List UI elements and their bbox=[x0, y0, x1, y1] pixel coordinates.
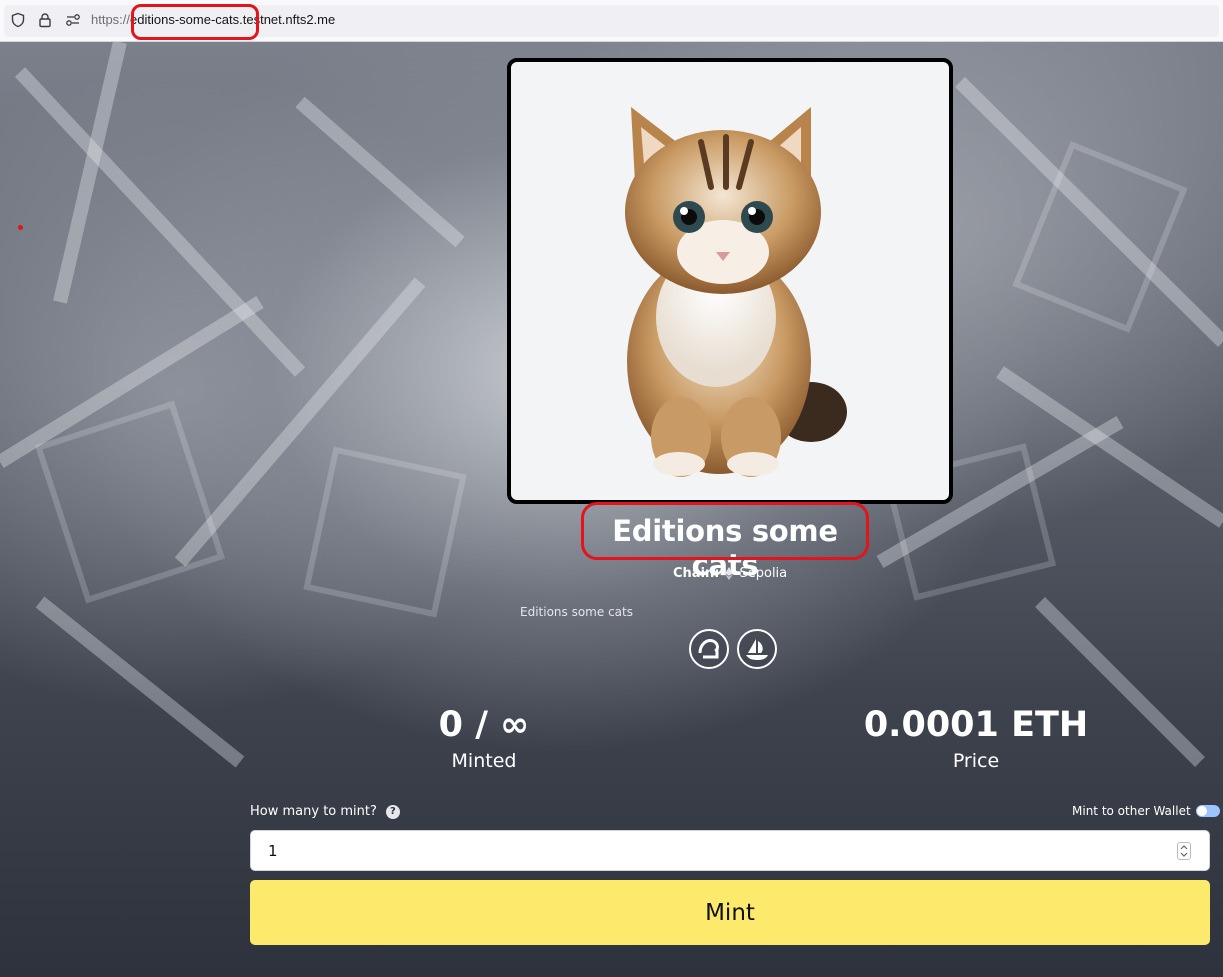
minted-count: 0 / ∞ bbox=[438, 705, 530, 745]
lock-icon[interactable] bbox=[37, 12, 53, 28]
stepper-arrows-icon bbox=[1180, 845, 1188, 857]
quantity-label-row: How many to mint? ? bbox=[250, 804, 400, 819]
ethereum-icon bbox=[725, 567, 734, 580]
collection-description: Editions some cats bbox=[520, 605, 633, 619]
chain-info: Chain: Sepolia bbox=[673, 566, 787, 581]
title-annotation-highlight bbox=[581, 502, 869, 560]
quantity-stepper[interactable] bbox=[1177, 842, 1191, 860]
other-wallet-label: Mint to other Wallet bbox=[1072, 804, 1191, 818]
url-annotation-highlight bbox=[131, 4, 259, 40]
quantity-label: How many to mint? bbox=[250, 804, 377, 819]
help-icon[interactable]: ? bbox=[385, 804, 400, 819]
nft-image-card bbox=[507, 58, 953, 504]
mint-to-other-wallet[interactable]: Mint to other Wallet bbox=[1072, 804, 1220, 818]
quantity-input[interactable] bbox=[251, 831, 1151, 870]
opensea-icon[interactable] bbox=[737, 629, 777, 669]
permissions-icon[interactable] bbox=[65, 12, 81, 28]
element-market-icon[interactable] bbox=[689, 629, 729, 669]
other-wallet-toggle[interactable] bbox=[1195, 805, 1220, 817]
kitten-image bbox=[625, 107, 847, 477]
chain-name: Sepolia bbox=[739, 566, 788, 581]
toggle-knob bbox=[1196, 806, 1207, 816]
price-value: 0.0001 ETH bbox=[863, 705, 1089, 745]
price-label: Price bbox=[952, 750, 1000, 772]
red-dot-marker bbox=[18, 225, 23, 230]
browser-address-bar: https://editions-some-cats.testnet.nfts2… bbox=[0, 0, 1223, 42]
url-scheme: https:// bbox=[91, 12, 131, 27]
shield-icon[interactable] bbox=[10, 12, 26, 28]
minted-label: Minted bbox=[451, 750, 517, 772]
mint-button[interactable]: Mint bbox=[250, 880, 1210, 945]
chain-label: Chain: bbox=[673, 566, 720, 581]
quantity-input-wrapper bbox=[250, 830, 1210, 871]
